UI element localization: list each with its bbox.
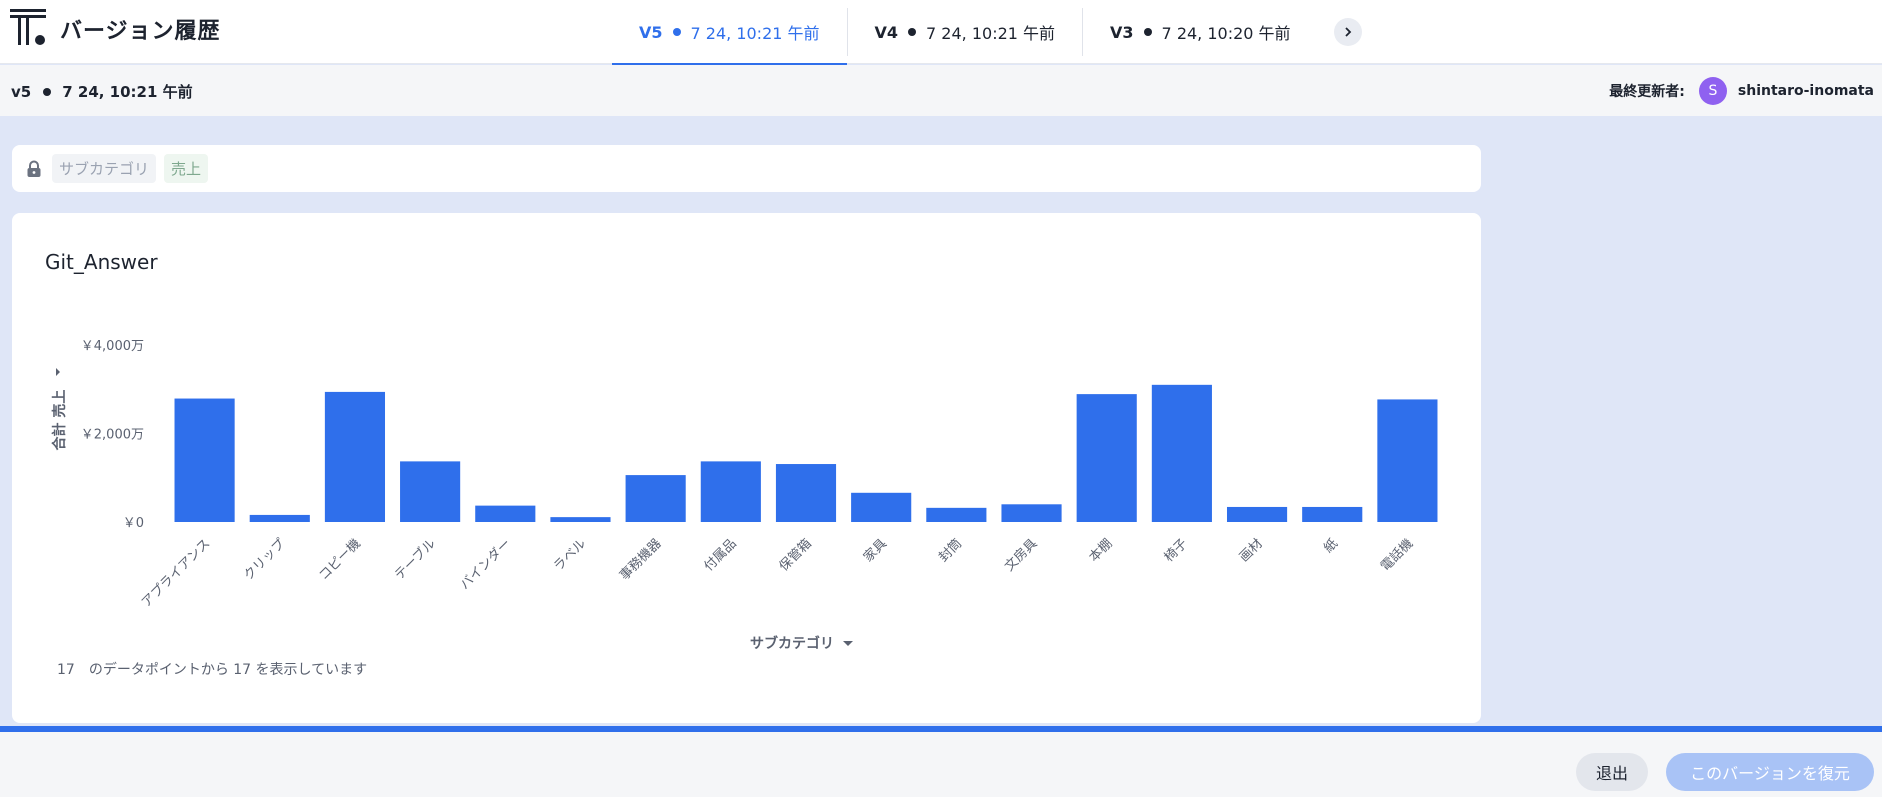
- dot-icon: [1143, 28, 1152, 36]
- dot-icon: [672, 28, 681, 36]
- x-tick-label: アプライアンス: [139, 536, 213, 610]
- x-tick-label: 電話機: [1377, 536, 1416, 575]
- bar[interactable]: [851, 492, 912, 522]
- bar[interactable]: [1226, 506, 1288, 522]
- dot-icon: [43, 87, 52, 96]
- bar[interactable]: [1377, 399, 1438, 522]
- bar[interactable]: [1302, 506, 1363, 522]
- x-tick-label: テーブル: [391, 536, 439, 584]
- top-bar: バージョン履歴 V5 7 24, 10:21 午前 V4 7 24, 10:21…: [0, 0, 1882, 65]
- lock-icon: [27, 160, 41, 177]
- x-tick-label: バインダー: [458, 536, 515, 593]
- last-updated-label: 最終更新者:: [1609, 84, 1685, 100]
- version-tabs: V5 7 24, 10:21 午前 V4 7 24, 10:21 午前 V3 7…: [612, 0, 1362, 65]
- search-bar[interactable]: サブカテゴリ 売上: [12, 145, 1481, 192]
- tab-timestamp: 7 24, 10:20 午前: [1161, 24, 1291, 43]
- bar[interactable]: [324, 391, 386, 522]
- x-tick-label: 紙: [1321, 536, 1341, 556]
- current-version-info: v5 7 24, 10:21 午前: [11, 81, 193, 102]
- x-tick-label: ラベル: [551, 536, 589, 574]
- x-tick-label: コピー機: [316, 536, 363, 583]
- caret-down-icon: [843, 641, 853, 646]
- last-updated-info: 最終更新者: S shintaro-inomata: [1609, 77, 1874, 105]
- x-tick-label: 付属品: [701, 536, 739, 574]
- dot-icon: [908, 28, 917, 36]
- search-token-sales[interactable]: 売上: [164, 154, 209, 183]
- app-logo: [10, 9, 46, 45]
- footer-bar: 退出 このバージョンを復元: [0, 732, 1882, 797]
- x-tick-label: 家具: [860, 536, 890, 566]
- x-tick-label: 事務機器: [617, 536, 664, 583]
- tab-version: V5: [639, 22, 663, 42]
- avatar: S: [1698, 77, 1727, 105]
- chart-card: Git_Answer ￥0 ￥2,000万 ￥4,000万 アプライアンス クリップコ…: [12, 213, 1481, 723]
- x-tick-label: 封筒: [935, 536, 965, 566]
- data-point-count: 17 のデータポイントから 17 を表示しています: [57, 662, 368, 678]
- y-tick-label: ￥2,000万: [81, 428, 144, 443]
- x-tick-label: 椅子: [1162, 536, 1191, 565]
- caret-down-icon: [56, 368, 60, 376]
- bar[interactable]: [475, 505, 536, 522]
- x-tick-label: 保管箱: [776, 536, 815, 575]
- bar[interactable]: [775, 464, 837, 522]
- tab-v3[interactable]: V3 7 24, 10:20 午前: [1083, 0, 1318, 64]
- chevron-right-icon: [1344, 27, 1351, 37]
- tab-v4[interactable]: V4 7 24, 10:21 午前: [848, 0, 1083, 64]
- next-versions-button[interactable]: [1333, 18, 1362, 46]
- bar[interactable]: [1151, 384, 1212, 522]
- tab-timestamp: 7 24, 10:21 午前: [926, 24, 1056, 43]
- restore-version-button[interactable]: このバージョンを復元: [1666, 753, 1874, 791]
- bar[interactable]: [625, 475, 686, 522]
- tab-version: V3: [1110, 22, 1134, 42]
- version-info-bar: v5 7 24, 10:21 午前 最終更新者: S shintaro-inom…: [0, 65, 1882, 116]
- search-token-subcategory[interactable]: サブカテゴリ: [52, 154, 157, 183]
- bar[interactable]: [249, 514, 310, 522]
- y-axis-title[interactable]: 合計 売上: [51, 368, 68, 450]
- exit-button[interactable]: 退出: [1576, 753, 1648, 791]
- tab-version: V4: [874, 22, 899, 42]
- current-timestamp: 7 24, 10:21 午前: [62, 83, 193, 101]
- bar[interactable]: [926, 507, 987, 522]
- bar[interactable]: [174, 398, 235, 522]
- bar-chart: ￥0 ￥2,000万 ￥4,000万 アプライアンス クリップ コピー機 テーブル バインダ…: [51, 339, 1438, 652]
- tab-v5[interactable]: V5 7 24, 10:21 午前: [612, 0, 847, 65]
- username: shintaro-inomata: [1737, 83, 1874, 99]
- x-tick-label: クリップ: [241, 536, 288, 583]
- y-axis-label: 合計 売上: [51, 390, 68, 451]
- bar[interactable]: [1076, 394, 1137, 522]
- current-version: v5: [11, 82, 32, 101]
- x-tick-label: 画材: [1237, 536, 1266, 565]
- bar[interactable]: [700, 461, 761, 522]
- x-tick-label: 本棚: [1087, 536, 1116, 565]
- y-tick-label: ￥4,000万: [81, 339, 144, 354]
- x-axis-label: サブカテゴリ: [750, 635, 834, 652]
- x-axis-title[interactable]: サブカテゴリ: [750, 635, 853, 652]
- x-tick-label: 文房具: [1001, 536, 1040, 575]
- bar[interactable]: [1001, 504, 1062, 522]
- tab-timestamp: 7 24, 10:21 午前: [690, 24, 820, 43]
- app-title: バージョン履歴: [60, 19, 221, 44]
- bar[interactable]: [550, 517, 611, 522]
- bar[interactable]: [400, 461, 461, 522]
- y-tick-label: ￥0: [123, 516, 144, 531]
